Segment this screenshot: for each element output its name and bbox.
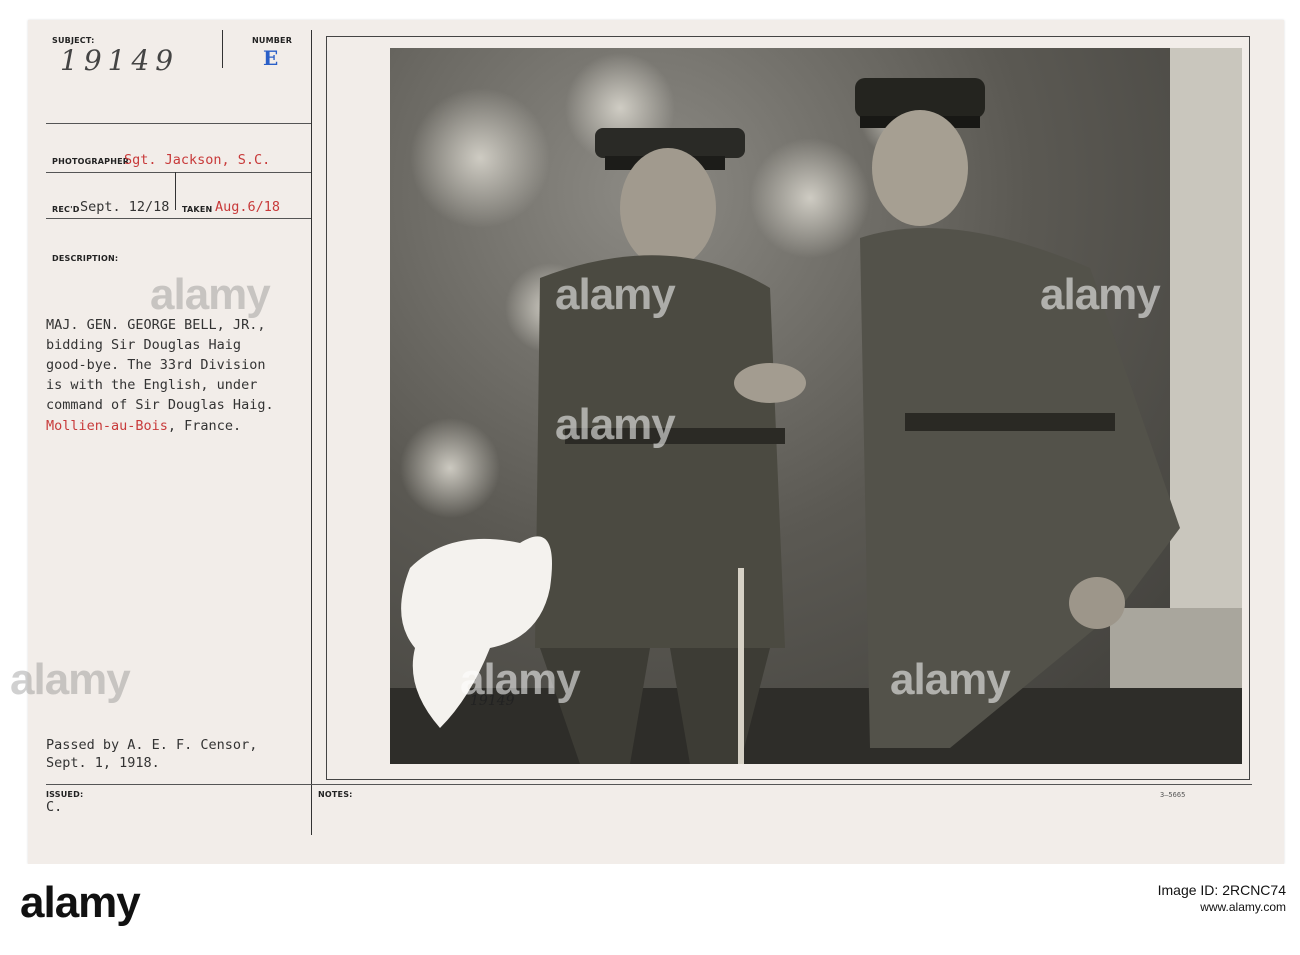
location-country: , France. xyxy=(167,418,242,434)
handshake xyxy=(734,363,806,403)
recd-value: Sept. 12/18 xyxy=(80,199,170,215)
alamy-logo[interactable]: alamy xyxy=(20,878,141,928)
divider-main-vertical xyxy=(311,30,312,835)
taken-label: TAKEN xyxy=(182,205,213,214)
watermark: alamy xyxy=(890,655,1011,704)
description-block: MAJ. GEN. GEORGE BELL, JR., bidding Sir … xyxy=(46,315,274,435)
description-line: command of Sir Douglas Haig. xyxy=(46,397,274,413)
watermark: alamy xyxy=(555,400,676,449)
watermark: alamy xyxy=(460,655,581,704)
divider-subject-bottom xyxy=(46,123,311,124)
taken-value: Aug.6/18 xyxy=(215,199,281,215)
notes-label: NOTES: xyxy=(318,790,353,799)
number-stamp: E xyxy=(263,46,279,70)
censor-line: Passed by A. E. F. Censor, xyxy=(46,737,258,753)
divider-issued-top xyxy=(46,784,1252,785)
description-line: good-bye. The 33rd Division xyxy=(46,357,266,373)
issued-value: C. xyxy=(46,799,63,815)
divider-recd-taken xyxy=(175,172,176,210)
description-line: is with the English, under xyxy=(46,377,258,393)
censor-date: Sept. 1, 1918. xyxy=(46,755,160,771)
site-url[interactable]: www.alamy.com xyxy=(1158,900,1286,914)
description-label: DESCRIPTION: xyxy=(52,254,119,263)
location-line: Mollien-au-Bois, France. xyxy=(46,415,274,435)
number-label: NUMBER xyxy=(252,36,293,45)
watermark: alamy xyxy=(150,270,271,319)
stock-footer xyxy=(0,864,1300,955)
image-id-block: Image ID: 2RCNC74 www.alamy.com xyxy=(1158,882,1286,914)
watermark: alamy xyxy=(555,270,676,319)
description-line: bidding Sir Douglas Haig xyxy=(46,337,242,353)
divider-recd-bottom xyxy=(46,218,311,219)
location-place: Mollien-au-Bois xyxy=(46,418,168,434)
reference-code: 3—5665 xyxy=(1160,791,1186,799)
photographer-label: PHOTOGRAPHER xyxy=(52,157,130,166)
image-id: Image ID: 2RCNC74 xyxy=(1157,882,1286,898)
divider-subject-number xyxy=(222,30,223,68)
recd-label: REC'D xyxy=(52,205,80,214)
watermark: alamy xyxy=(10,655,131,704)
divider-photographer-bottom xyxy=(46,172,311,173)
watermark: alamy xyxy=(1040,270,1161,319)
photographer-value: Sgt. Jackson, S.C. xyxy=(124,152,271,168)
subject-number-handwritten: 19149 xyxy=(60,44,180,77)
